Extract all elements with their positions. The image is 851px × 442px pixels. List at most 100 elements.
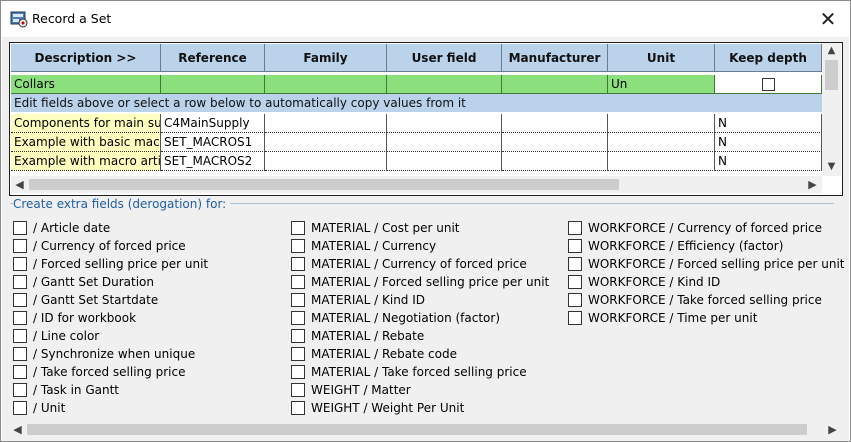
extra-field-checkbox[interactable]: / Line color: [13, 327, 99, 345]
checkbox[interactable]: [568, 274, 582, 289]
checkbox[interactable]: [13, 400, 27, 415]
extra-field-checkbox[interactable]: / Forced selling price per unit: [13, 255, 208, 273]
checkbox[interactable]: [291, 256, 305, 271]
col-header-family[interactable]: Family: [265, 44, 387, 72]
row-family[interactable]: [265, 114, 387, 133]
grid-hscroll-thumb[interactable]: [29, 179, 619, 190]
scroll-left-icon[interactable]: ◀: [11, 176, 28, 193]
row-unit[interactable]: [608, 152, 715, 171]
extra-field-checkbox[interactable]: WORKFORCE / Forced selling price per uni…: [568, 255, 845, 273]
extra-field-checkbox[interactable]: MATERIAL / Rebate code: [291, 345, 457, 363]
row-keep-depth[interactable]: N: [715, 114, 822, 133]
row-unit[interactable]: [608, 114, 715, 133]
checkbox[interactable]: [291, 364, 305, 379]
table-row[interactable]: Components for main supply C4MainSupply …: [11, 114, 822, 133]
row-keep-depth[interactable]: N: [715, 133, 822, 152]
row-family[interactable]: [265, 152, 387, 171]
checklist-hscroll-thumb[interactable]: [27, 424, 807, 435]
row-user-field[interactable]: [387, 152, 502, 171]
row-keep-depth[interactable]: N: [715, 152, 822, 171]
extra-field-checkbox[interactable]: MATERIAL / Take forced selling price: [291, 363, 527, 381]
extra-field-checkbox[interactable]: / Task in Gantt: [13, 381, 119, 399]
checkbox[interactable]: [291, 328, 305, 343]
col-header-user-field[interactable]: User field: [387, 44, 502, 72]
checkbox[interactable]: [13, 238, 27, 253]
row-reference[interactable]: SET_MACROS2: [161, 152, 265, 171]
grid-vscroll-thumb[interactable]: [825, 60, 838, 90]
col-header-reference[interactable]: Reference: [161, 44, 265, 72]
scroll-up-icon[interactable]: ▲: [822, 43, 841, 59]
checkbox[interactable]: [291, 346, 305, 361]
edit-description-field[interactable]: Collars: [11, 75, 161, 94]
grid-vertical-scrollbar[interactable]: ▲ ▼: [822, 43, 841, 176]
col-header-description[interactable]: Description >>: [11, 44, 161, 72]
extra-field-checkbox[interactable]: / Synchronize when unique: [13, 345, 195, 363]
col-header-keep-depth[interactable]: Keep depth: [715, 44, 822, 72]
extra-field-checkbox[interactable]: WORKFORCE / Take forced selling price: [568, 291, 822, 309]
extra-field-checkbox[interactable]: MATERIAL / Currency of forced price: [291, 255, 527, 273]
row-description[interactable]: Example with macro articles: [11, 152, 161, 171]
extra-field-checkbox[interactable]: MATERIAL / Currency: [291, 237, 436, 255]
extra-field-checkbox[interactable]: MATERIAL / Negotiation (factor): [291, 309, 500, 327]
table-row[interactable]: Example with macro articles SET_MACROS2 …: [11, 152, 822, 171]
keep-depth-checkbox[interactable]: [761, 78, 775, 91]
checkbox[interactable]: [568, 256, 582, 271]
close-icon[interactable]: ✕: [813, 5, 843, 33]
extra-field-checkbox[interactable]: / Gantt Set Duration: [13, 273, 154, 291]
extra-field-checkbox[interactable]: WEIGHT / Matter: [291, 381, 411, 399]
checkbox[interactable]: [568, 310, 582, 325]
extra-field-checkbox[interactable]: WORKFORCE / Kind ID: [568, 273, 720, 291]
checkbox[interactable]: [13, 274, 27, 289]
checkbox[interactable]: [291, 382, 305, 397]
checkbox[interactable]: [13, 292, 27, 307]
checkbox[interactable]: [13, 256, 27, 271]
checkbox[interactable]: [568, 220, 582, 235]
row-reference[interactable]: C4MainSupply: [161, 114, 265, 133]
edit-family-field[interactable]: [265, 75, 387, 94]
row-user-field[interactable]: [387, 133, 502, 152]
extra-field-checkbox[interactable]: / Unit: [13, 399, 65, 417]
col-header-unit[interactable]: Unit: [608, 44, 715, 72]
table-row[interactable]: Example with basic macros SET_MACROS1 N: [11, 133, 822, 152]
checkbox[interactable]: [568, 292, 582, 307]
checkbox[interactable]: [291, 400, 305, 415]
grid-horizontal-scrollbar[interactable]: ◀ ▶: [11, 176, 822, 193]
checkbox[interactable]: [291, 310, 305, 325]
edit-unit-field[interactable]: Un: [608, 75, 715, 94]
extra-field-checkbox[interactable]: / Currency of forced price: [13, 237, 186, 255]
row-user-field[interactable]: [387, 114, 502, 133]
checkbox[interactable]: [291, 274, 305, 289]
extra-field-checkbox[interactable]: WEIGHT / Weight Per Unit: [291, 399, 464, 417]
checklist-horizontal-scrollbar[interactable]: ◀ ▶: [9, 421, 841, 438]
extra-field-checkbox[interactable]: MATERIAL / Kind ID: [291, 291, 425, 309]
checkbox[interactable]: [13, 346, 27, 361]
extra-field-checkbox[interactable]: WORKFORCE / Efficiency (factor): [568, 237, 783, 255]
row-manufacturer[interactable]: [502, 133, 608, 152]
row-reference[interactable]: SET_MACROS1: [161, 133, 265, 152]
scroll-left-icon[interactable]: ◀: [9, 421, 26, 438]
checkbox[interactable]: [291, 292, 305, 307]
col-header-manufacturer[interactable]: Manufacturer: [502, 44, 608, 72]
edit-manufacturer-field[interactable]: [502, 75, 608, 94]
edit-reference-field[interactable]: [161, 75, 265, 94]
extra-field-checkbox[interactable]: MATERIAL / Rebate: [291, 327, 424, 345]
row-manufacturer[interactable]: [502, 114, 608, 133]
extra-field-checkbox[interactable]: / ID for workbook: [13, 309, 136, 327]
row-unit[interactable]: [608, 133, 715, 152]
extra-field-checkbox[interactable]: MATERIAL / Forced selling price per unit: [291, 273, 549, 291]
checkbox[interactable]: [13, 328, 27, 343]
row-family[interactable]: [265, 133, 387, 152]
checkbox[interactable]: [13, 310, 27, 325]
checkbox[interactable]: [13, 382, 27, 397]
extra-field-checkbox[interactable]: WORKFORCE / Time per unit: [568, 309, 757, 327]
checkbox[interactable]: [13, 364, 27, 379]
checkbox[interactable]: [13, 220, 27, 235]
scroll-right-icon[interactable]: ▶: [804, 176, 821, 193]
row-description[interactable]: Components for main supply: [11, 114, 161, 133]
edit-user-field[interactable]: [387, 75, 502, 94]
extra-field-checkbox[interactable]: / Article date: [13, 219, 110, 237]
row-manufacturer[interactable]: [502, 152, 608, 171]
checkbox[interactable]: [291, 238, 305, 253]
checkbox[interactable]: [568, 238, 582, 253]
extra-field-checkbox[interactable]: WORKFORCE / Currency of forced price: [568, 219, 822, 237]
